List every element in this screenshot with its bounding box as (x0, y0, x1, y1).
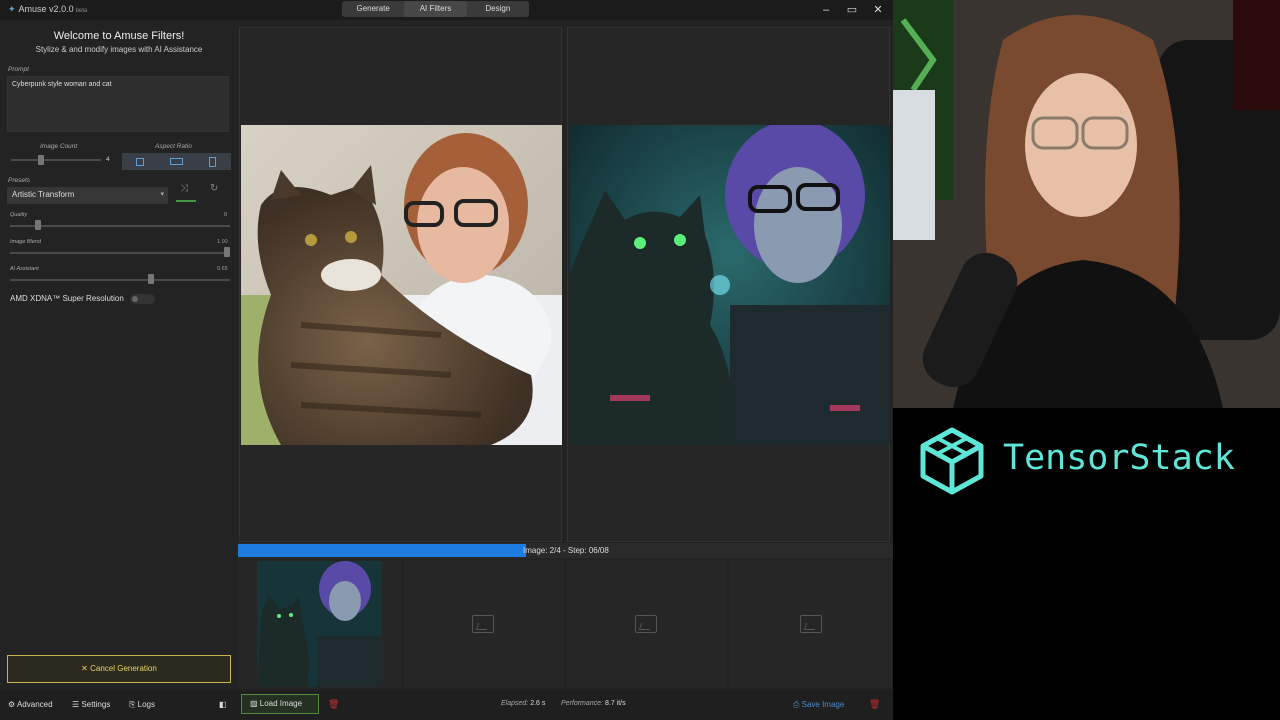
save-icon: ⎙ (793, 700, 802, 709)
input-image (241, 125, 562, 445)
tab-ai-filters[interactable]: AI Filters (404, 1, 467, 17)
output-image-panel (567, 27, 890, 542)
advanced-button[interactable]: ⚙ Advanced (8, 700, 53, 709)
result-thumbnail-slot-4[interactable] (730, 560, 892, 688)
delete-input-icon[interactable]: 🗑 (328, 699, 339, 710)
amuse-app-window: ✦ Amuse v2.0.0 beta Generate AI Filters De… (0, 0, 893, 720)
bottom-toolbar: ⚙ Advanced ☰ Settings ⎘ Logs ◧ ▨ Load Im… (0, 690, 893, 720)
landscape-ratio-icon (169, 158, 183, 165)
shuffle-icon[interactable]: ⤨ (180, 183, 188, 194)
beta-badge: beta (75, 8, 88, 14)
minimize-button[interactable]: – (815, 1, 837, 19)
title-bar: ✦ Amuse v2.0.0 beta Generate AI Filters De… (0, 0, 893, 20)
result-thumbnail-slot-3[interactable] (567, 560, 727, 688)
tensorstack-logo-icon (920, 427, 984, 495)
settings-panel: Welcome to Amuse Filters! Stylize & and … (0, 20, 238, 690)
progress-status-text: Image: 2/4 - Step: 06/08 (523, 546, 609, 555)
xdna-super-resolution-toggle[interactable] (130, 294, 155, 304)
aspect-ratio-selector (122, 153, 231, 170)
aspect-landscape-button[interactable] (158, 153, 194, 170)
image-blend-label: Image Blend (10, 239, 41, 245)
logs-icon: ⎘ (129, 700, 138, 709)
image-blend-slider-thumb[interactable] (224, 247, 230, 257)
image-count-value: 4 (106, 156, 110, 163)
close-button[interactable]: ✕ (867, 1, 889, 19)
advanced-icon: ⚙ (8, 700, 17, 709)
output-image (570, 125, 890, 445)
result-thumbnail-slot-1[interactable] (239, 560, 401, 688)
ai-assistant-slider-track[interactable] (10, 279, 230, 281)
cancel-generation-label: Cancel Generation (90, 664, 157, 673)
elapsed-value: 2.6 s (530, 700, 546, 707)
quality-slider-track[interactable] (10, 225, 230, 227)
mode-tabs: Generate AI Filters Design (342, 1, 529, 17)
image-placeholder-icon (635, 615, 657, 633)
progress-bar-fill (238, 544, 527, 557)
cancel-generation-button[interactable]: ✕ Cancel Generation (7, 655, 231, 683)
square-ratio-icon (136, 157, 145, 166)
settings-icon: ☰ (72, 700, 82, 709)
aspect-square-button[interactable] (122, 153, 158, 170)
aspect-ratio-label: Aspect Ratio (155, 143, 192, 150)
aspect-portrait-button[interactable] (195, 153, 231, 170)
result-thumbnail-image[interactable] (257, 561, 382, 687)
elapsed-label: Elapsed: 2.6 s (501, 700, 546, 707)
image-count-slider-track[interactable] (11, 159, 101, 161)
ai-assistant-value: 0.65 (217, 266, 228, 272)
delete-output-icon[interactable]: 🗑 (869, 699, 880, 710)
load-image-button[interactable]: ▨ Load Image (241, 694, 319, 714)
maximize-button[interactable]: ▭ (841, 1, 863, 19)
prompt-label: Prompt (8, 66, 29, 73)
quality-slider-thumb[interactable] (35, 220, 41, 230)
tab-generate[interactable]: Generate (342, 1, 404, 17)
image-blend-slider-track[interactable] (10, 252, 230, 254)
quality-value: 8 (224, 212, 228, 218)
quality-label: Quality (10, 212, 28, 218)
welcome-title: Welcome to Amuse Filters! (53, 30, 185, 42)
result-thumbnail-slot-2[interactable] (404, 560, 564, 688)
settings-button[interactable]: ☰ Settings (72, 700, 110, 709)
streamer-webcam-image (893, 0, 1280, 408)
tab-design[interactable]: Design (467, 1, 529, 17)
image-icon: ▨ (250, 699, 260, 708)
prompt-input[interactable]: Cyberpunk style woman and cat (7, 76, 229, 132)
image-count-label: Image Count (40, 143, 78, 150)
panel-toggle-icon[interactable]: ◧ (219, 700, 227, 709)
image-placeholder-icon (472, 615, 494, 633)
ai-assistant-slider-thumb[interactable] (148, 274, 154, 284)
close-icon: ✕ (81, 664, 91, 673)
refresh-icon[interactable]: ↻ (210, 183, 218, 194)
ai-assistant-label: AI Assistant (10, 266, 39, 272)
image-blend-value: 1.00 (217, 239, 228, 245)
app-title: ✦ Amuse v2.0.0 beta (8, 4, 88, 14)
webcam-feed (893, 0, 1280, 408)
generation-progress: Image: 2/4 - Step: 06/08 (238, 543, 893, 558)
performance-label: Performance: 8.7 it/s (561, 700, 626, 707)
logs-button[interactable]: ⎘ Logs (129, 700, 155, 710)
xdna-super-resolution-label: AMD XDNA™ Super Resolution (10, 294, 124, 303)
chevron-down-icon: ▾ (160, 191, 164, 198)
brand-banner: TensorStack (893, 408, 1280, 720)
presets-label: Presets (8, 177, 31, 184)
preset-dropdown[interactable]: Artistic Transform ▾ (7, 187, 168, 204)
shuffle-active-indicator (176, 200, 196, 202)
welcome-subtitle: Stylize & and modify images with AI Assi… (35, 45, 203, 54)
amuse-logo-icon: ✦ (8, 4, 16, 14)
performance-value: 8.7 it/s (604, 700, 626, 707)
image-placeholder-icon (800, 615, 822, 633)
preset-dropdown-value: Artistic Transform (12, 190, 75, 199)
input-image-panel (239, 27, 562, 542)
brand-name: TensorStack (1003, 438, 1235, 478)
image-count-slider-thumb[interactable] (38, 155, 44, 165)
save-image-button[interactable]: ⎙ Save Image (793, 700, 844, 710)
portrait-ratio-icon (209, 156, 217, 167)
